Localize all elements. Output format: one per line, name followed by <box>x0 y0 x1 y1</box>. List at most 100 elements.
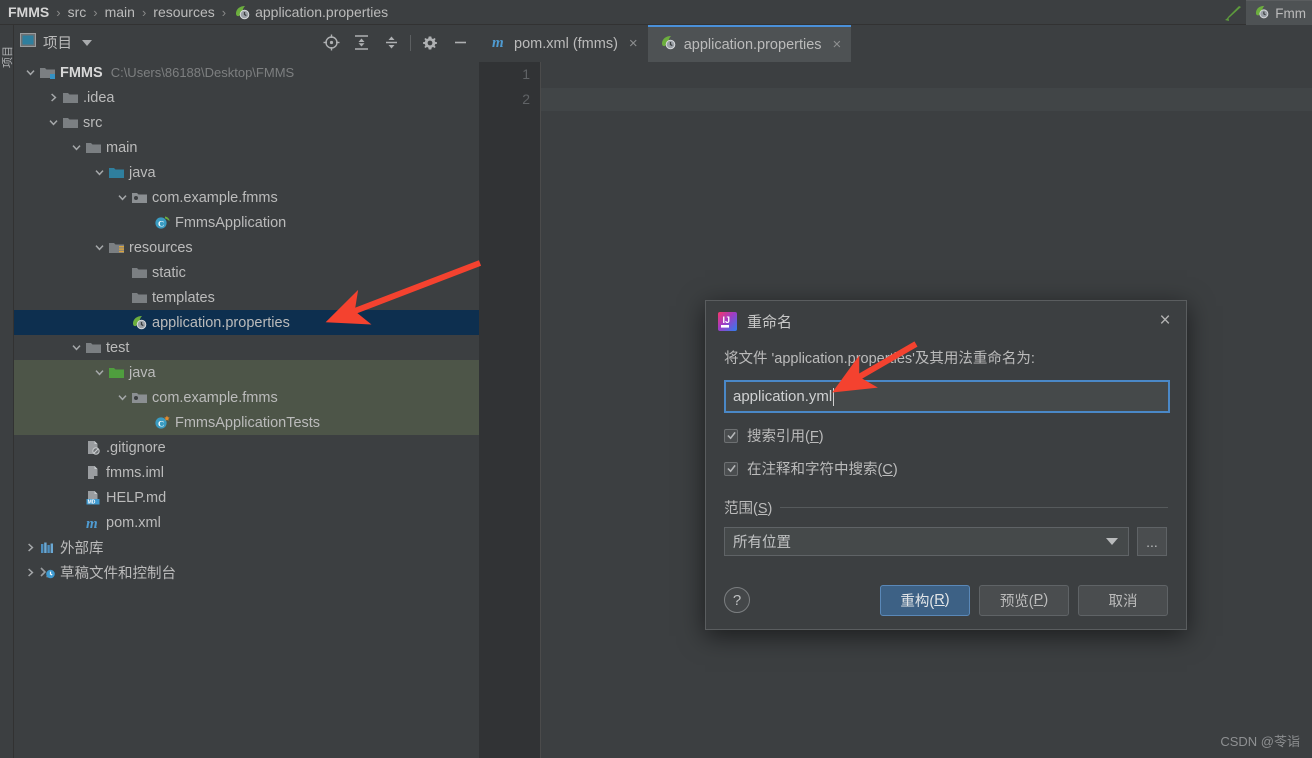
editor-tab-pom-xml[interactable]: m pom.xml (fmms) × <box>479 25 648 62</box>
chevron-down-icon[interactable] <box>114 185 130 210</box>
hide-panel-icon[interactable] <box>445 28 475 58</box>
editor-tab-application-properties[interactable]: application.properties × <box>647 25 852 62</box>
tree-row[interactable]: .gitignore <box>14 435 479 460</box>
tree-row[interactable]: C FmmsApplicationTests <box>14 410 479 435</box>
tree-row[interactable]: test <box>14 335 479 360</box>
breadcrumb-item-4[interactable]: application.properties <box>255 4 388 20</box>
dialog-button-group: 重构(R) 预览(P) 取消 <box>880 584 1168 616</box>
chevron-down-icon[interactable] <box>68 135 84 160</box>
chevron-down-icon[interactable] <box>45 110 61 135</box>
chevron-down-icon[interactable] <box>91 160 107 185</box>
chevron-down-icon[interactable] <box>114 385 130 410</box>
tree-row[interactable]: .idea <box>14 85 479 110</box>
breadcrumb-item-2[interactable]: main <box>105 4 135 20</box>
tree-row[interactable]: resources <box>14 235 479 260</box>
search-references-checkbox[interactable]: 搜索引用(F) <box>724 425 1168 446</box>
spring-config-icon <box>660 35 677 54</box>
project-panel-header: 项目 <box>14 25 479 60</box>
section-divider <box>780 507 1168 508</box>
package-icon <box>130 185 148 210</box>
tree-row[interactable]: static <box>14 260 479 285</box>
editor-gutter[interactable]: 1 2 <box>479 62 540 758</box>
topbar-right-group: Fmm <box>1220 0 1312 25</box>
settings-gear-icon[interactable] <box>415 28 445 58</box>
search-in-comments-and-strings-checkbox[interactable]: 在注释和字符中搜索(C) <box>724 458 1168 479</box>
tree-row[interactable]: templates <box>14 285 479 310</box>
chevron-down-icon[interactable] <box>68 335 84 360</box>
expand-all-icon[interactable] <box>346 28 376 58</box>
scope-combobox[interactable]: 所有位置 <box>724 527 1129 556</box>
chevron-down-icon[interactable] <box>82 39 92 46</box>
tree-row[interactable]: java <box>14 360 479 385</box>
source-folder-icon <box>107 160 125 185</box>
refactor-button[interactable]: 重构(R) <box>880 584 970 616</box>
svg-text:m: m <box>492 35 504 50</box>
tree-row-label: java <box>129 164 156 181</box>
watermark: CSDN @苓诣 <box>1220 734 1300 749</box>
chevron-down-icon[interactable] <box>91 235 107 260</box>
breadcrumb-item-3[interactable]: resources <box>153 4 214 20</box>
tree-twisty-spacer <box>68 460 84 485</box>
collapse-all-icon[interactable] <box>376 28 406 58</box>
tree-row[interactable]: main <box>14 135 479 160</box>
close-icon[interactable]: × <box>1154 310 1176 332</box>
chevron-down-icon <box>1106 538 1118 545</box>
tree-row-label: src <box>83 114 103 131</box>
tree-row[interactable]: application.properties <box>14 310 479 335</box>
test-source-folder-icon <box>107 360 125 385</box>
tree-row[interactable]: 草稿文件和控制台 <box>14 560 479 585</box>
tree-row[interactable]: C FmmsApplication <box>14 210 479 235</box>
tree-row[interactable]: fmms.iml <box>14 460 479 485</box>
help-button[interactable]: ? <box>724 587 750 613</box>
tree-row[interactable]: com.example.fmms <box>14 385 479 410</box>
tree-row-label: fmms.iml <box>106 464 164 481</box>
markdown-file-icon: MD <box>84 485 102 510</box>
tool-window-button-project[interactable]: 项目 <box>0 38 15 68</box>
tree-row[interactable]: FMMS C:\Users\86188\Desktop\FMMS <box>14 60 479 85</box>
tree-row[interactable]: m pom.xml <box>14 510 479 535</box>
breadcrumb-item-1[interactable]: src <box>68 4 87 20</box>
preview-button[interactable]: 预览(P) <box>979 584 1069 616</box>
scope-browse-button[interactable]: ... <box>1137 527 1167 556</box>
breadcrumb-separator: › <box>221 4 227 20</box>
editor-tab-bar: m pom.xml (fmms) × application.propertie… <box>479 25 1312 62</box>
tree-twisty-spacer <box>114 285 130 310</box>
rename-dialog[interactable]: IJ 重命名 × 将文件 'application.properties'及其用… <box>705 300 1187 630</box>
breadcrumb-item-0[interactable]: FMMS <box>8 4 49 20</box>
editor-tab-partial[interactable]: Fmm <box>1246 0 1312 25</box>
text-caret <box>833 387 835 406</box>
tree-row[interactable]: 外部库 <box>14 535 479 560</box>
current-line-highlight <box>541 88 1312 111</box>
tree-row-label: pom.xml <box>106 514 161 531</box>
spring-config-icon <box>233 0 251 25</box>
editor-tab-label: application.properties <box>683 36 822 53</box>
project-panel-title: 项目 <box>43 36 72 52</box>
tree-row-label: FMMS <box>60 64 103 81</box>
chevron-down-icon[interactable] <box>22 60 38 85</box>
tree-row[interactable]: com.example.fmms <box>14 185 479 210</box>
close-icon[interactable]: × <box>629 35 638 52</box>
tree-row-label: 外部库 <box>60 541 104 557</box>
hammer-icon[interactable] <box>1220 0 1246 25</box>
chevron-right-icon[interactable] <box>22 560 38 585</box>
cancel-button[interactable]: 取消 <box>1078 584 1168 616</box>
tree-row-label: com.example.fmms <box>152 189 278 206</box>
tree-row[interactable]: java <box>14 160 479 185</box>
chevron-right-icon[interactable] <box>22 535 38 560</box>
chevron-down-icon[interactable] <box>91 360 107 385</box>
checkbox-label: 搜索引用(F) <box>747 429 824 445</box>
chevron-right-icon[interactable] <box>45 85 61 110</box>
line-number: 2 <box>522 91 530 107</box>
left-tool-stripe: 项目 <box>0 25 14 758</box>
project-tool-window: 项目 FMMS C:\Users\86188\Desktop\FMMS .ide… <box>14 25 479 758</box>
project-view-selector[interactable]: 项目 <box>20 32 92 53</box>
project-panel-toolbar <box>316 25 475 60</box>
tree-row[interactable]: src <box>14 110 479 135</box>
close-icon[interactable]: × <box>833 36 842 53</box>
project-tree[interactable]: FMMS C:\Users\86188\Desktop\FMMS .idea src m… <box>14 60 479 758</box>
new-name-input[interactable]: application.yml <box>724 380 1170 413</box>
tree-row-label: com.example.fmms <box>152 389 278 406</box>
tree-row[interactable]: MD HELP.md <box>14 485 479 510</box>
locate-icon[interactable] <box>316 28 346 58</box>
gitignore-file-icon <box>84 435 102 460</box>
